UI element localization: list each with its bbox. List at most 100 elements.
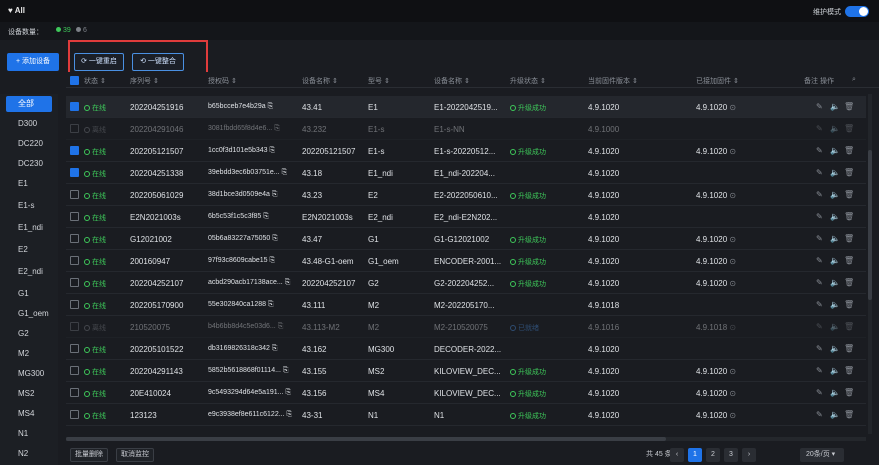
edit-icon[interactable]: ✎: [816, 146, 823, 155]
copy-icon[interactable]: ⎘: [268, 301, 274, 308]
row-checkbox[interactable]: [70, 278, 79, 287]
col-model[interactable]: 型号 ⇕: [368, 76, 390, 86]
horizontal-scroll-thumb[interactable]: [66, 437, 666, 441]
page-size-select[interactable]: 20条/页 ▾: [800, 448, 844, 462]
table-row[interactable]: 在线 202204251338 39ebdd3ec6b03751e... ⎘ 4…: [66, 162, 866, 184]
row-checkbox[interactable]: [70, 322, 79, 331]
edit-icon[interactable]: ✎: [816, 322, 823, 331]
delete-icon[interactable]: 🗑: [844, 256, 854, 265]
sidebar-item-all[interactable]: 全部: [6, 96, 52, 112]
sidebar-item[interactable]: E1: [6, 176, 52, 192]
delete-icon[interactable]: 🗑: [844, 168, 854, 177]
col-device-name[interactable]: 设备名称 ⇕: [302, 76, 338, 86]
edit-icon[interactable]: ✎: [816, 388, 823, 397]
copy-icon[interactable]: ⎘: [270, 257, 276, 264]
delete-icon[interactable]: 🗑: [844, 212, 854, 221]
volume-icon[interactable]: 🔈: [830, 256, 840, 265]
edit-icon[interactable]: ✎: [816, 278, 823, 287]
maintenance-mode-toggle[interactable]: [845, 6, 869, 17]
table-row[interactable]: 在线 E2N2021003s 6b5c53f1c5c3f85 ⎘ E2N2021…: [66, 206, 866, 228]
prev-page-button[interactable]: ‹: [670, 448, 684, 462]
volume-icon[interactable]: 🔈: [830, 234, 840, 243]
col-serial[interactable]: 序列号 ⇕: [130, 76, 159, 86]
edit-icon[interactable]: ✎: [816, 256, 823, 265]
cancel-monitor-button[interactable]: 取消监控: [116, 448, 154, 462]
edit-icon[interactable]: ✎: [816, 102, 823, 111]
volume-icon[interactable]: 🔈: [830, 168, 840, 177]
edit-icon[interactable]: ✎: [816, 212, 823, 221]
delete-icon[interactable]: 🗑: [844, 388, 854, 397]
table-row[interactable]: 在线 202204251916 b65bcceb7e4b29a ⎘ 43.41 …: [66, 96, 866, 118]
delete-icon[interactable]: 🗑: [844, 300, 854, 309]
copy-icon[interactable]: ⎘: [287, 411, 293, 418]
copy-icon[interactable]: ⎘: [278, 323, 284, 330]
copy-icon[interactable]: ⎘: [285, 279, 291, 286]
table-row[interactable]: 离线 210520075 b4b6bb8d4c5e03d6... ⎘ 43.11…: [66, 316, 866, 338]
table-row[interactable]: 在线 20E410024 9c5493294d64e5a191... ⎘ 43.…: [66, 382, 866, 404]
volume-icon[interactable]: 🔈: [830, 410, 840, 419]
edit-icon[interactable]: ✎: [816, 366, 823, 375]
page-1-button[interactable]: 1: [688, 448, 702, 462]
sidebar-item[interactable]: N1: [6, 426, 52, 442]
table-row[interactable]: 在线 202205170900 55e302840ca1288 ⎘ 43.111…: [66, 294, 866, 316]
volume-icon[interactable]: 🔈: [830, 322, 840, 331]
delete-icon[interactable]: 🗑: [844, 366, 854, 375]
delete-icon[interactable]: 🗑: [844, 124, 854, 133]
sidebar-item[interactable]: E2_ndi: [6, 264, 52, 280]
search-icon[interactable]: ⌕: [852, 76, 856, 84]
page-2-button[interactable]: 2: [706, 448, 720, 462]
col-device-name-2[interactable]: 设备名称 ⇕: [434, 76, 470, 86]
table-row[interactable]: 在线 202205101522 db3169826318c342 ⎘ 43.16…: [66, 338, 866, 360]
table-row[interactable]: 离线 202204291046 3081fbdd65f8d4e6... ⎘ 43…: [66, 118, 866, 140]
delete-icon[interactable]: 🗑: [844, 190, 854, 199]
table-row[interactable]: 在线 202205061029 38d1bce3d0509e4a ⎘ 43.23…: [66, 184, 866, 206]
sidebar-item[interactable]: D300: [6, 116, 52, 132]
row-checkbox[interactable]: [70, 146, 79, 155]
sidebar-item[interactable]: DC230: [6, 156, 52, 172]
col-added-fw[interactable]: 已接加固件 ⇕: [696, 76, 739, 86]
sidebar-item[interactable]: DC220: [6, 136, 52, 152]
volume-icon[interactable]: 🔈: [830, 344, 840, 353]
col-auth[interactable]: 授权码 ⇕: [208, 76, 237, 86]
row-checkbox[interactable]: [70, 102, 79, 111]
delete-icon[interactable]: 🗑: [844, 234, 854, 243]
copy-icon[interactable]: ⎘: [285, 389, 291, 396]
volume-icon[interactable]: 🔈: [830, 278, 840, 287]
copy-icon[interactable]: ⎘: [274, 125, 280, 132]
sidebar-item[interactable]: MG300: [6, 366, 52, 382]
edit-icon[interactable]: ✎: [816, 234, 823, 243]
volume-icon[interactable]: 🔈: [830, 102, 840, 111]
edit-icon[interactable]: ✎: [816, 344, 823, 353]
row-checkbox[interactable]: [70, 124, 79, 133]
volume-icon[interactable]: 🔈: [830, 388, 840, 397]
copy-icon[interactable]: ⎘: [268, 103, 274, 110]
col-upgrade-status[interactable]: 升级状态 ⇕: [510, 76, 546, 86]
copy-icon[interactable]: ⎘: [263, 213, 269, 220]
volume-icon[interactable]: 🔈: [830, 366, 840, 375]
select-all-checkbox[interactable]: [70, 76, 79, 85]
table-row[interactable]: 在线 202204252107 acbd290acb17138ace... ⎘ …: [66, 272, 866, 294]
copy-icon[interactable]: ⎘: [272, 191, 278, 198]
table-row[interactable]: 在线 202205121507 1cc0f3d101e5b343 ⎘ 20220…: [66, 140, 866, 162]
copy-icon[interactable]: ⎘: [270, 147, 276, 154]
sidebar-item[interactable]: E1-s: [6, 198, 52, 214]
delete-icon[interactable]: 🗑: [844, 344, 854, 353]
copy-icon[interactable]: ⎘: [272, 345, 278, 352]
row-checkbox[interactable]: [70, 410, 79, 419]
row-checkbox[interactable]: [70, 168, 79, 177]
delete-icon[interactable]: 🗑: [844, 410, 854, 419]
edit-icon[interactable]: ✎: [816, 410, 823, 419]
vertical-scroll-thumb[interactable]: [868, 150, 872, 300]
copy-icon[interactable]: ⎘: [283, 367, 289, 374]
sidebar-item[interactable]: E1_ndi: [6, 220, 52, 236]
sidebar-item[interactable]: MS4: [6, 406, 52, 422]
table-row[interactable]: 在线 202204291143 5852b5618868f01114... ⎘ …: [66, 360, 866, 382]
sidebar-item[interactable]: G2: [6, 326, 52, 342]
row-checkbox[interactable]: [70, 344, 79, 353]
delete-icon[interactable]: 🗑: [844, 146, 854, 155]
sidebar-item[interactable]: N2: [6, 446, 52, 462]
row-checkbox[interactable]: [70, 300, 79, 309]
row-checkbox[interactable]: [70, 366, 79, 375]
row-checkbox[interactable]: [70, 388, 79, 397]
edit-icon[interactable]: ✎: [816, 300, 823, 309]
